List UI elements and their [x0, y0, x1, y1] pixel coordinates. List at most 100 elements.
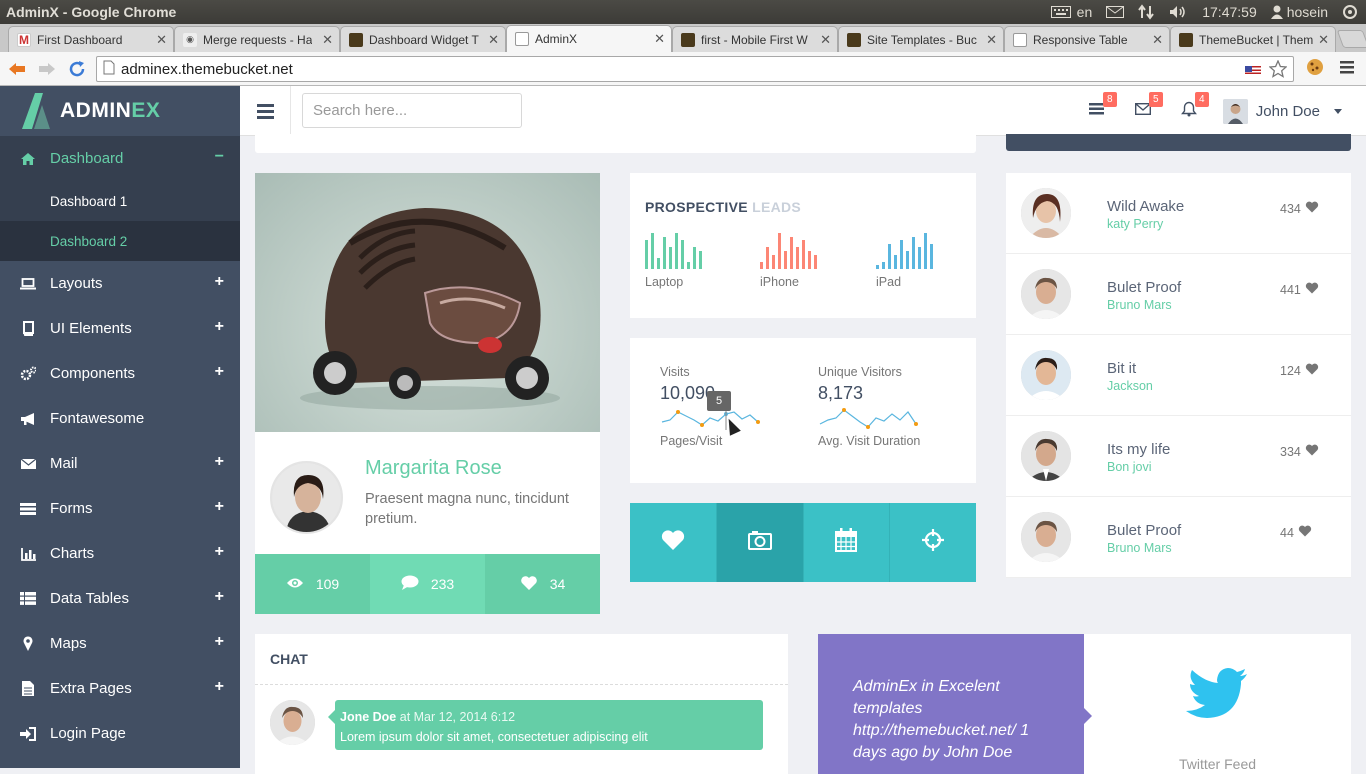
profile-name[interactable]: Margarita Rose: [365, 457, 502, 480]
bookmark-star-icon[interactable]: [1268, 59, 1288, 82]
chat-author[interactable]: Jone Doe: [340, 710, 396, 724]
list-item[interactable]: Bulet Proof Bruno Mars 441: [1006, 254, 1351, 335]
calendar-tile-button[interactable]: [802, 503, 890, 582]
sidebar-item-components[interactable]: Components +: [0, 351, 240, 396]
search-input[interactable]: [302, 93, 522, 128]
browser-tab[interactable]: Responsive Table ✕: [1004, 26, 1170, 52]
sidebar-item-forms[interactable]: Forms +: [0, 486, 240, 531]
volume-icon[interactable]: [1168, 4, 1188, 20]
expand-toggle[interactable]: +: [215, 543, 224, 561]
list-item[interactable]: Its my life Bon jovi 334: [1006, 416, 1351, 497]
song-title[interactable]: Bulet Proof: [1107, 522, 1181, 539]
tasks-notification-button[interactable]: 8: [1085, 92, 1117, 123]
reload-icon[interactable]: [64, 56, 90, 82]
browser-tab[interactable]: ◉ Merge requests - Ha ✕: [174, 26, 340, 52]
sidebar-item-extra-pages[interactable]: Extra Pages +: [0, 666, 240, 711]
song-artist[interactable]: Bruno Mars: [1107, 541, 1172, 555]
expand-toggle[interactable]: +: [215, 318, 224, 336]
expand-toggle[interactable]: +: [215, 498, 224, 516]
sidebar-subitem-dashboard-1[interactable]: Dashboard 1: [0, 181, 240, 221]
keyboard-lang[interactable]: en: [1077, 4, 1093, 20]
os-username[interactable]: hosein: [1287, 4, 1328, 20]
browser-tab-active[interactable]: AdminX ✕: [506, 25, 672, 52]
us-flag-icon[interactable]: [1245, 65, 1261, 77]
browser-tab[interactable]: Site Templates - Buc ✕: [838, 26, 1004, 52]
chrome-menu-icon[interactable]: [1340, 60, 1356, 79]
song-title[interactable]: Its my life: [1107, 441, 1170, 458]
tab-close-icon[interactable]: ✕: [488, 32, 499, 48]
profile-stat-views[interactable]: 109: [255, 554, 370, 614]
clock[interactable]: 17:47:59: [1202, 4, 1257, 20]
tab-close-icon[interactable]: ✕: [654, 31, 665, 47]
logo[interactable]: ADMINEX: [0, 86, 240, 136]
browser-tab[interactable]: first - Mobile First W ✕: [672, 26, 838, 52]
alerts-notification-button[interactable]: 4: [1177, 92, 1209, 123]
keyboard-icon[interactable]: [1050, 6, 1071, 18]
expand-toggle[interactable]: +: [215, 588, 224, 606]
target-tile-button[interactable]: [889, 503, 976, 582]
menu-toggle-button[interactable]: [240, 86, 291, 136]
user-icon[interactable]: [1270, 5, 1283, 19]
sidebar-item-login-page[interactable]: Login Page: [0, 711, 240, 756]
cookie-extension-icon[interactable]: [1306, 58, 1324, 81]
browser-tab[interactable]: M First Dashboard ✕: [8, 26, 174, 52]
list-item[interactable]: Bit it Jackson 124: [1006, 335, 1351, 416]
list-item[interactable]: Wild Awake katy Perry 434: [1006, 173, 1351, 254]
sidebar-item-dashboard[interactable]: Dashboard −: [0, 136, 240, 181]
sidebar-item-fontawesome[interactable]: Fontawesome: [0, 396, 240, 441]
network-icon[interactable]: [1138, 4, 1155, 20]
mail-icon[interactable]: [1106, 6, 1125, 18]
browser-tab[interactable]: ThemeBucket | Them ✕: [1170, 26, 1336, 52]
sidebar-item-charts[interactable]: Charts +: [0, 531, 240, 576]
power-icon[interactable]: [1342, 4, 1358, 20]
expand-toggle[interactable]: +: [215, 633, 224, 651]
song-likes[interactable]: 44: [1280, 525, 1312, 540]
favorite-tile-button[interactable]: [630, 503, 716, 582]
expand-toggle[interactable]: +: [215, 363, 224, 381]
tweet-link[interactable]: http://themebucket.net/: [853, 722, 1016, 739]
collapse-toggle[interactable]: −: [215, 148, 224, 166]
song-title[interactable]: Bit it: [1107, 360, 1136, 377]
camera-tile-button[interactable]: [715, 503, 803, 582]
list-item[interactable]: Bulet Proof Bruno Mars 44: [1006, 497, 1351, 578]
sidebar-item-ui-elements[interactable]: UI Elements +: [0, 306, 240, 351]
twitter-bird-icon[interactable]: [1186, 668, 1248, 725]
prospective-leads-panel: PROSPECTIVE LEADS Laptop iPhone iPad: [630, 173, 976, 318]
forward-arrow-icon[interactable]: [34, 56, 60, 82]
sidebar-item-maps[interactable]: Maps +: [0, 621, 240, 666]
tab-close-icon[interactable]: ✕: [1152, 32, 1163, 48]
sidebar-item-layouts[interactable]: Layouts +: [0, 261, 240, 306]
visit-duration-sparkline[interactable]: [818, 406, 948, 430]
browser-tab[interactable]: Dashboard Widget T ✕: [340, 26, 506, 52]
tab-close-icon[interactable]: ✕: [322, 32, 333, 48]
sidebar-subitem-dashboard-2[interactable]: Dashboard 2: [0, 221, 240, 261]
song-likes[interactable]: 334: [1280, 444, 1319, 459]
song-likes[interactable]: 441: [1280, 282, 1319, 297]
expand-toggle[interactable]: +: [215, 273, 224, 291]
address-bar[interactable]: adminex.themebucket.net: [96, 56, 1294, 82]
sidebar-item-mail[interactable]: Mail +: [0, 441, 240, 486]
mail-notification-button[interactable]: 5: [1131, 92, 1163, 123]
hamburger-line: [256, 109, 274, 113]
song-artist[interactable]: katy Perry: [1107, 217, 1163, 231]
url-text[interactable]: adminex.themebucket.net: [121, 61, 293, 78]
song-artist[interactable]: Bon jovi: [1107, 460, 1151, 474]
song-title[interactable]: Bulet Proof: [1107, 279, 1181, 296]
tab-close-icon[interactable]: ✕: [156, 32, 167, 48]
back-arrow-icon[interactable]: [4, 56, 30, 82]
user-dropdown[interactable]: John Doe: [1222, 98, 1342, 124]
song-artist[interactable]: Jackson: [1107, 379, 1153, 393]
expand-toggle[interactable]: +: [215, 678, 224, 696]
tab-close-icon[interactable]: ✕: [1318, 32, 1329, 48]
song-likes[interactable]: 124: [1280, 363, 1319, 378]
expand-toggle[interactable]: +: [215, 453, 224, 471]
song-artist[interactable]: Bruno Mars: [1107, 298, 1172, 312]
profile-stat-likes[interactable]: 34: [485, 554, 600, 614]
profile-stat-comments[interactable]: 233: [370, 554, 485, 614]
song-likes[interactable]: 434: [1280, 201, 1319, 216]
new-tab-button[interactable]: [1336, 30, 1366, 48]
tab-close-icon[interactable]: ✕: [986, 32, 997, 48]
tab-close-icon[interactable]: ✕: [820, 32, 831, 48]
song-title[interactable]: Wild Awake: [1107, 198, 1184, 215]
sidebar-item-data-tables[interactable]: Data Tables +: [0, 576, 240, 621]
